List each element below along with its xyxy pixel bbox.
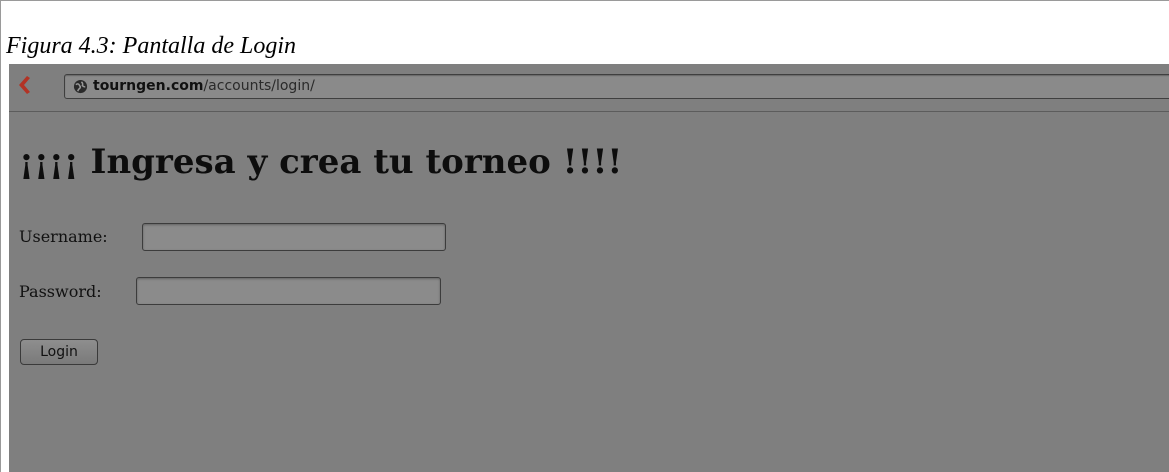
figure-caption: Figura 4.3: Pantalla de Login [6,33,296,59]
address-bar[interactable]: tourngen.com/accounts/login/ [64,74,1169,99]
username-field[interactable] [142,223,446,251]
password-field[interactable] [136,277,441,305]
page-title: ¡¡¡¡ Ingresa y crea tu torneo !!!! [19,142,623,182]
browser-toolbar: tourngen.com/accounts/login/ [9,64,1169,112]
username-label: Username: [19,227,108,246]
login-button[interactable]: Login [20,339,98,365]
url-text: tourngen.com/accounts/login/ [93,77,315,96]
back-button[interactable] [15,74,33,96]
url-domain: tourngen.com [93,78,204,94]
browser-screenshot: tourngen.com/accounts/login/ ¡¡¡¡ Ingres… [9,64,1169,472]
url-path: /accounts/login/ [203,78,315,94]
chevron-left-icon [19,76,30,94]
page-content: ¡¡¡¡ Ingresa y crea tu torneo !!!! Usern… [9,112,1169,472]
globe-icon [73,79,88,94]
password-label: Password: [19,282,102,301]
